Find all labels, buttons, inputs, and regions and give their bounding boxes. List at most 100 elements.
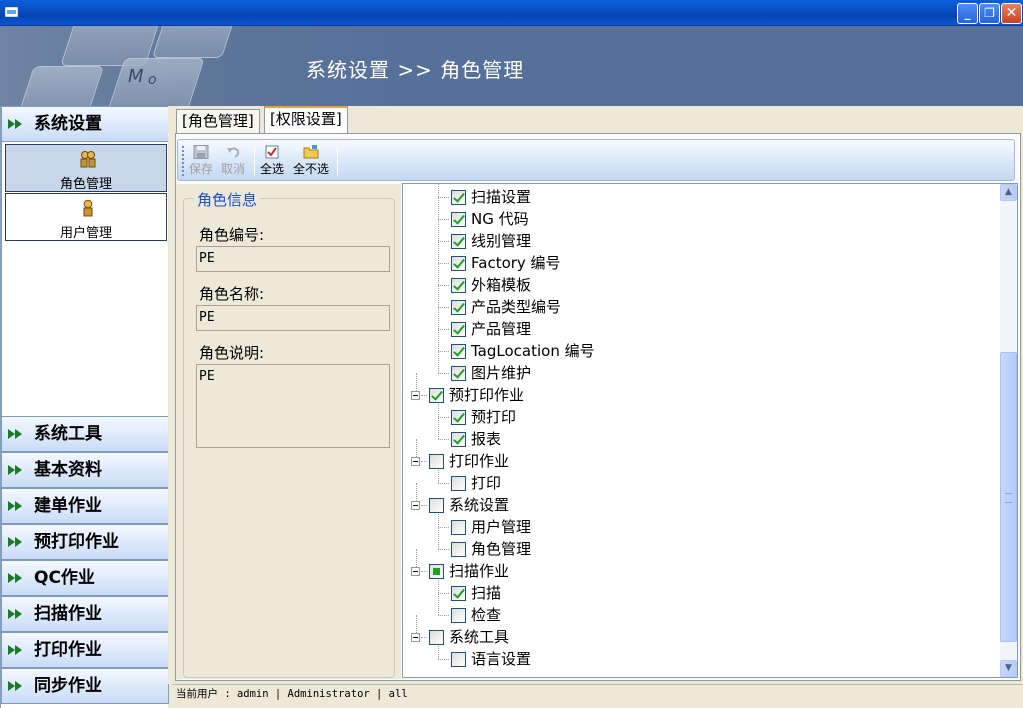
sidebar-group-create-order[interactable]: 建单作业	[1, 488, 169, 524]
sidebar-group-basic-data[interactable]: 基本资料	[1, 452, 169, 488]
tree-node-label[interactable]: 扫描设置	[471, 186, 531, 208]
select-all-button[interactable]: 全选	[259, 143, 285, 177]
select-none-button[interactable]: 全不选	[291, 143, 331, 177]
tree-checkbox[interactable]	[451, 410, 466, 425]
tree-checkbox[interactable]	[451, 366, 466, 381]
sidebar-item-user-management[interactable]: 用户管理	[5, 193, 167, 241]
tree-collapse-toggle-icon[interactable]	[411, 567, 420, 576]
sidebar-group-sync[interactable]: 同步作业	[1, 668, 169, 704]
tree-node-label[interactable]: 系统设置	[449, 494, 509, 516]
sidebar-group-preprint[interactable]: 预打印作业	[1, 524, 169, 560]
tree-node-group[interactable]: 预打印作业	[403, 384, 993, 406]
save-button[interactable]: 保存	[188, 143, 214, 177]
tree-collapse-toggle-icon[interactable]	[411, 391, 420, 400]
tree-node-item[interactable]: 产品管理	[403, 318, 993, 340]
app-icon[interactable]	[5, 7, 18, 17]
role-code-field[interactable]: PE	[196, 246, 390, 272]
tree-checkbox[interactable]	[429, 498, 444, 513]
tree-checkbox[interactable]	[429, 454, 444, 469]
tree-collapse-toggle-icon[interactable]	[411, 501, 420, 510]
tree-checkbox[interactable]	[451, 278, 466, 293]
vertical-scrollbar[interactable]: ▲ ▼	[1000, 184, 1017, 677]
tree-checkbox[interactable]	[451, 234, 466, 249]
role-desc-field[interactable]: PE	[196, 364, 390, 448]
tree-checkbox[interactable]	[451, 476, 466, 491]
tree-node-label[interactable]: 外箱模板	[471, 274, 531, 296]
tree-node-item[interactable]: 用户管理	[403, 516, 993, 538]
tree-node-group[interactable]: 打印作业	[403, 450, 993, 472]
sidebar-group-qc[interactable]: QC作业	[1, 560, 169, 596]
sidebar-group-system-settings[interactable]: 系统设置	[1, 106, 169, 142]
tree-checkbox[interactable]	[451, 542, 466, 557]
sidebar-group-print[interactable]: 打印作业	[1, 632, 169, 668]
tree-checkbox[interactable]	[451, 300, 466, 315]
tree-node-item[interactable]: 预打印	[403, 406, 993, 428]
tree-node-label[interactable]: 语言设置	[471, 648, 531, 670]
tree-node-group[interactable]: 系统设置	[403, 494, 993, 516]
tree-node-label[interactable]: 产品管理	[471, 318, 531, 340]
tree-checkbox[interactable]	[451, 344, 466, 359]
role-name-field[interactable]: PE	[196, 305, 390, 331]
minimize-button[interactable]: _	[957, 3, 978, 24]
tab-role-management[interactable]: [角色管理]	[176, 109, 260, 134]
tree-node-item[interactable]: 产品类型编号	[403, 296, 993, 318]
tree-node-group[interactable]: 系统工具	[403, 626, 993, 648]
tree-node-label[interactable]: 检查	[471, 604, 501, 626]
tree-node-item[interactable]: 角色管理	[403, 538, 993, 560]
tree-node-label[interactable]: NG 代码	[471, 208, 529, 230]
tree-node-label[interactable]: 系统工具	[449, 626, 509, 648]
tree-checkbox[interactable]	[451, 520, 466, 535]
tree-checkbox[interactable]	[451, 190, 466, 205]
sidebar-group-scan[interactable]: 扫描作业	[1, 596, 169, 632]
tree-checkbox[interactable]	[451, 322, 466, 337]
tree-node-label[interactable]: 图片维护	[471, 362, 531, 384]
tree-node-label[interactable]: 角色管理	[471, 538, 531, 560]
tree-node-label[interactable]: 产品类型编号	[471, 296, 561, 318]
tree-node-item[interactable]: 检查	[403, 604, 993, 626]
tree-checkbox[interactable]	[451, 608, 466, 623]
cancel-button[interactable]: 取消	[220, 143, 246, 177]
close-button[interactable]: ✕	[1001, 3, 1022, 24]
tab-permission-settings[interactable]: [权限设置]	[264, 106, 348, 134]
sidebar-item-role-management[interactable]: 角色管理	[5, 144, 167, 192]
scroll-down-arrow-icon[interactable]: ▼	[1000, 660, 1017, 677]
tree-node-item[interactable]: TagLocation 编号	[403, 340, 993, 362]
tree-node-label[interactable]: 打印	[471, 472, 501, 494]
tree-node-label[interactable]: TagLocation 编号	[471, 340, 595, 362]
tree-node-item[interactable]: 扫描	[403, 582, 993, 604]
tree-node-group[interactable]: 扫描作业	[403, 560, 993, 582]
tree-node-label[interactable]: 扫描作业	[449, 560, 509, 582]
tree-node-item[interactable]: 报表	[403, 428, 993, 450]
tree-node-item[interactable]: 打印	[403, 472, 993, 494]
tree-node-item[interactable]: Factory 编号	[403, 252, 993, 274]
tree-node-label[interactable]: 报表	[471, 428, 501, 450]
tree-checkbox[interactable]	[451, 652, 466, 667]
tree-checkbox[interactable]	[451, 256, 466, 271]
tree-node-label[interactable]: 打印作业	[449, 450, 509, 472]
tree-checkbox[interactable]	[451, 432, 466, 447]
tree-node-item[interactable]: 图片维护	[403, 362, 993, 384]
tree-node-label[interactable]: 扫描	[471, 582, 501, 604]
tree-node-label[interactable]: 预打印作业	[449, 384, 524, 406]
tree-node-item[interactable]: 语言设置	[403, 648, 993, 670]
restore-button[interactable]: ❐	[979, 3, 1000, 24]
tree-checkbox[interactable]	[451, 212, 466, 227]
tree-node-label[interactable]: 线别管理	[471, 230, 531, 252]
scroll-up-arrow-icon[interactable]: ▲	[1000, 184, 1017, 201]
tree-node-item[interactable]: NG 代码	[403, 208, 993, 230]
tree-node-item[interactable]: 扫描设置	[403, 186, 993, 208]
tree-node-label[interactable]: 预打印	[471, 406, 516, 428]
tree-node-label[interactable]: Factory 编号	[471, 252, 561, 274]
tree-node-label[interactable]: 用户管理	[471, 516, 531, 538]
tree-checkbox[interactable]	[451, 586, 466, 601]
tree-node-item[interactable]: 外箱模板	[403, 274, 993, 296]
tree-node-item[interactable]: 线别管理	[403, 230, 993, 252]
sidebar-group-system-tools[interactable]: 系统工具	[1, 416, 169, 452]
toolbar-grip[interactable]	[182, 146, 185, 176]
tree-checkbox[interactable]	[429, 630, 444, 645]
tree-collapse-toggle-icon[interactable]	[411, 457, 420, 466]
tree-checkbox[interactable]	[429, 388, 444, 403]
tree-collapse-toggle-icon[interactable]	[411, 633, 420, 642]
scroll-thumb[interactable]	[1000, 352, 1017, 642]
tree-checkbox[interactable]	[429, 564, 444, 579]
